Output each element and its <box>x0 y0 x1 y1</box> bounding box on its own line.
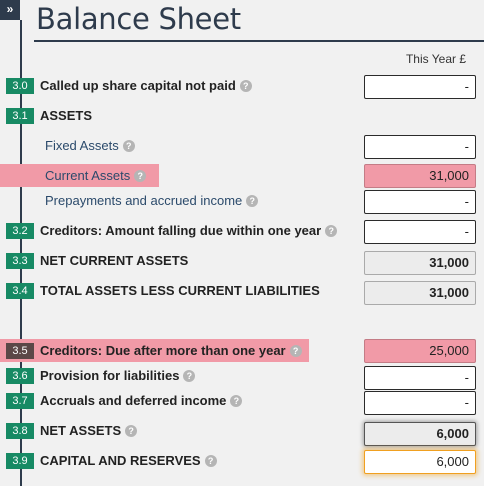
accruals-deferred-income-input[interactable]: - <box>364 391 476 415</box>
row-label: Creditors: Due after more than one year? <box>40 343 302 359</box>
row-label: Prepayments and accrued income? <box>45 193 259 209</box>
help-icon[interactable]: ? <box>246 195 259 207</box>
row-label: Provision for liabilities? <box>40 368 196 384</box>
help-icon[interactable]: ? <box>289 345 302 357</box>
row-label: TOTAL ASSETS LESS CURRENT LIABILITIES <box>40 283 320 298</box>
help-icon[interactable]: ? <box>325 225 338 237</box>
help-icon[interactable]: ? <box>125 425 138 437</box>
help-icon[interactable]: ? <box>122 140 135 152</box>
help-icon[interactable]: ? <box>239 80 252 92</box>
help-icon[interactable]: ? <box>230 395 243 407</box>
fixed-assets-input[interactable]: - <box>364 135 476 159</box>
net-assets-value: 6,000 <box>364 422 476 446</box>
row-label: Current Assets? <box>45 168 147 184</box>
row-code-badge: 3.9 <box>6 453 34 469</box>
title-divider <box>34 40 484 42</box>
row-label: Called up share capital not paid? <box>40 78 252 94</box>
help-icon[interactable]: ? <box>204 455 217 467</box>
row-label: Fixed Assets? <box>45 138 135 154</box>
row-label: ASSETS <box>40 108 93 123</box>
row-label: Creditors: Amount falling due within one… <box>40 223 338 239</box>
row-label: NET CURRENT ASSETS <box>40 253 189 268</box>
creditors-within-year-input[interactable]: - <box>364 220 476 244</box>
row-code-badge: 3.3 <box>6 253 34 269</box>
creditors-after-one-year-input[interactable]: 25,000 <box>364 339 476 363</box>
net-current-assets-value: 31,000 <box>364 251 476 275</box>
expand-sidebar-icon[interactable]: » <box>0 0 20 20</box>
current-assets-input[interactable]: 31,000 <box>364 164 476 188</box>
row-label: CAPITAL AND RESERVES? <box>40 453 217 469</box>
provision-for-liabilities-input[interactable]: - <box>364 366 476 390</box>
row-code-badge: 3.6 <box>6 368 34 384</box>
prepayments-input[interactable]: - <box>364 190 476 214</box>
page-title: Balance Sheet <box>36 2 241 36</box>
total-assets-less-liabilities-value: 31,000 <box>364 281 476 305</box>
row-code-badge: 3.1 <box>6 108 34 124</box>
row-label: NET ASSETS? <box>40 423 138 439</box>
capital-and-reserves-input[interactable]: 6,000 <box>364 450 476 474</box>
help-icon[interactable]: ? <box>134 170 147 182</box>
called-up-share-capital-input[interactable]: - <box>364 75 476 99</box>
help-icon[interactable]: ? <box>183 370 196 382</box>
row-code-badge: 3.5 <box>6 343 34 359</box>
row-code-badge: 3.2 <box>6 223 34 239</box>
row-code-badge: 3.8 <box>6 423 34 439</box>
row-code-badge: 3.4 <box>6 283 34 299</box>
row-code-badge: 3.7 <box>6 393 34 409</box>
row-label: Accruals and deferred income? <box>40 393 243 409</box>
row-code-badge: 3.0 <box>6 78 34 94</box>
column-header-this-year: This Year £ <box>405 52 466 66</box>
